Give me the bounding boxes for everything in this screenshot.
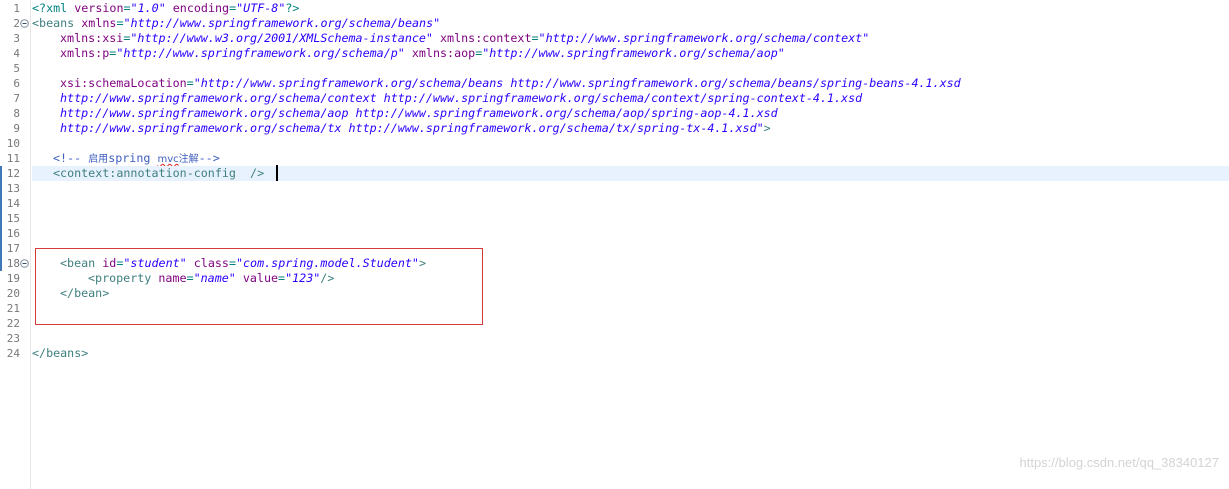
equals: = <box>186 76 194 90</box>
line-number: 11 <box>6 152 20 165</box>
comment-text: mvc <box>157 154 179 165</box>
line-number: 9 <box>13 122 20 135</box>
comment-close: --> <box>198 151 220 165</box>
line-number: 19 <box>6 272 20 285</box>
code-line-12[interactable]: <context:annotation-config /> <box>32 166 1229 181</box>
attr-value: "UTF-8" <box>236 1 286 15</box>
attr-name: xsi:schemaLocation <box>60 76 187 90</box>
code-line-2[interactable]: <beans xmlns="http://www.springframework… <box>32 16 1229 31</box>
tag-close: </beans> <box>32 346 89 360</box>
line-number: 17 <box>6 242 20 255</box>
xml-decl-close: ?> <box>285 1 300 15</box>
attr-name: xmlns:context <box>432 31 532 45</box>
line-number: 10 <box>6 137 20 150</box>
line-number: 7 <box>13 92 20 105</box>
equals: = <box>531 31 539 45</box>
tag-open: <context:annotation-config <box>53 166 236 180</box>
xml-decl-open: <?xml <box>32 1 75 15</box>
tag-open: <beans <box>32 16 82 30</box>
line-number: 2 <box>13 17 20 30</box>
comment-text: 启用 <box>88 154 109 165</box>
attr-name: xmlns <box>81 16 117 30</box>
line-number: 6 <box>13 77 20 90</box>
change-marker <box>0 211 2 226</box>
change-marker <box>0 181 2 196</box>
attr-value: "http://www.springframework.org/schema/a… <box>482 46 785 60</box>
code-line-9[interactable]: http://www.springframework.org/schema/tx… <box>32 121 1229 136</box>
line-number: 22 <box>6 317 20 330</box>
comment-open: <!-- <box>53 151 89 165</box>
attr-value: "http://www.springframework.org/schema/b… <box>123 16 441 30</box>
code-line-1[interactable]: <?xml version="1.0" encoding="UTF-8"?> <box>32 1 1229 16</box>
highlight-box <box>35 248 483 325</box>
line-number: 3 <box>13 32 20 45</box>
code-line-8[interactable]: http://www.springframework.org/schema/ao… <box>32 106 1229 121</box>
attr-value: http://www.springframework.org/schema/tx… <box>60 121 764 135</box>
line-number: 24 <box>6 347 20 360</box>
code-line-24[interactable]: </beans> <box>32 346 1229 361</box>
attr-name: encoding <box>165 1 230 15</box>
code-line-4[interactable]: xmlns:p="http://www.springframework.org/… <box>32 46 1229 61</box>
line-number: 8 <box>13 107 20 120</box>
line-number: 21 <box>6 302 20 315</box>
change-marker <box>0 196 2 211</box>
code-line-11[interactable]: <!-- 启用spring mvc注解--> <box>32 151 1229 166</box>
line-number: 1 <box>13 2 20 15</box>
minus-fold-icon[interactable] <box>20 259 29 268</box>
code-line-7[interactable]: http://www.springframework.org/schema/co… <box>32 91 1229 106</box>
minus-fold-icon[interactable] <box>20 19 29 28</box>
attr-name: version <box>74 1 124 15</box>
change-marker <box>0 166 2 181</box>
equals: = <box>123 1 131 15</box>
change-marker <box>0 256 2 271</box>
watermark: https://blog.csdn.net/qq_38340127 <box>1019 455 1220 470</box>
change-marker <box>0 241 2 256</box>
attr-value: "http://www.springframework.org/schema/p… <box>116 46 405 60</box>
change-marker <box>0 226 2 241</box>
attr-value: http://www.springframework.org/schema/ao… <box>60 106 778 120</box>
line-number: 14 <box>6 197 20 210</box>
attr-value: "http://www.springframework.org/schema/c… <box>538 31 870 45</box>
attr-value: "1.0" <box>130 1 166 15</box>
line-number: 15 <box>6 212 20 225</box>
code-line-6[interactable]: xsi:schemaLocation="http://www.springfra… <box>32 76 1229 91</box>
comment-text: 注解 <box>178 154 199 165</box>
line-number: 20 <box>6 287 20 300</box>
tag-close: /> <box>235 166 265 180</box>
line-number: 13 <box>6 182 20 195</box>
line-number: 4 <box>13 47 20 60</box>
attr-name: xmlns:p <box>60 46 110 60</box>
equals: = <box>116 16 124 30</box>
line-number: 12 <box>6 167 20 180</box>
attr-name: xmlns:xsi <box>60 31 124 45</box>
line-number: 16 <box>6 227 20 240</box>
comment-text: spring <box>108 151 158 165</box>
attr-value: "http://www.springframework.org/schema/b… <box>193 76 961 90</box>
attr-value: "http://www.w3.org/2001/XMLSchema-instan… <box>130 31 433 45</box>
attr-value: http://www.springframework.org/schema/co… <box>60 91 863 105</box>
code-line-3[interactable]: xmlns:xsi = "http://www.w3.org/2001/XMLSch… <box>32 31 1229 46</box>
line-number: 23 <box>6 332 20 345</box>
tag-close: > <box>763 121 771 135</box>
line-number: 5 <box>13 62 20 75</box>
line-number: 18 <box>6 257 20 270</box>
attr-name: xmlns:aop <box>404 46 476 60</box>
text-cursor <box>276 165 278 181</box>
